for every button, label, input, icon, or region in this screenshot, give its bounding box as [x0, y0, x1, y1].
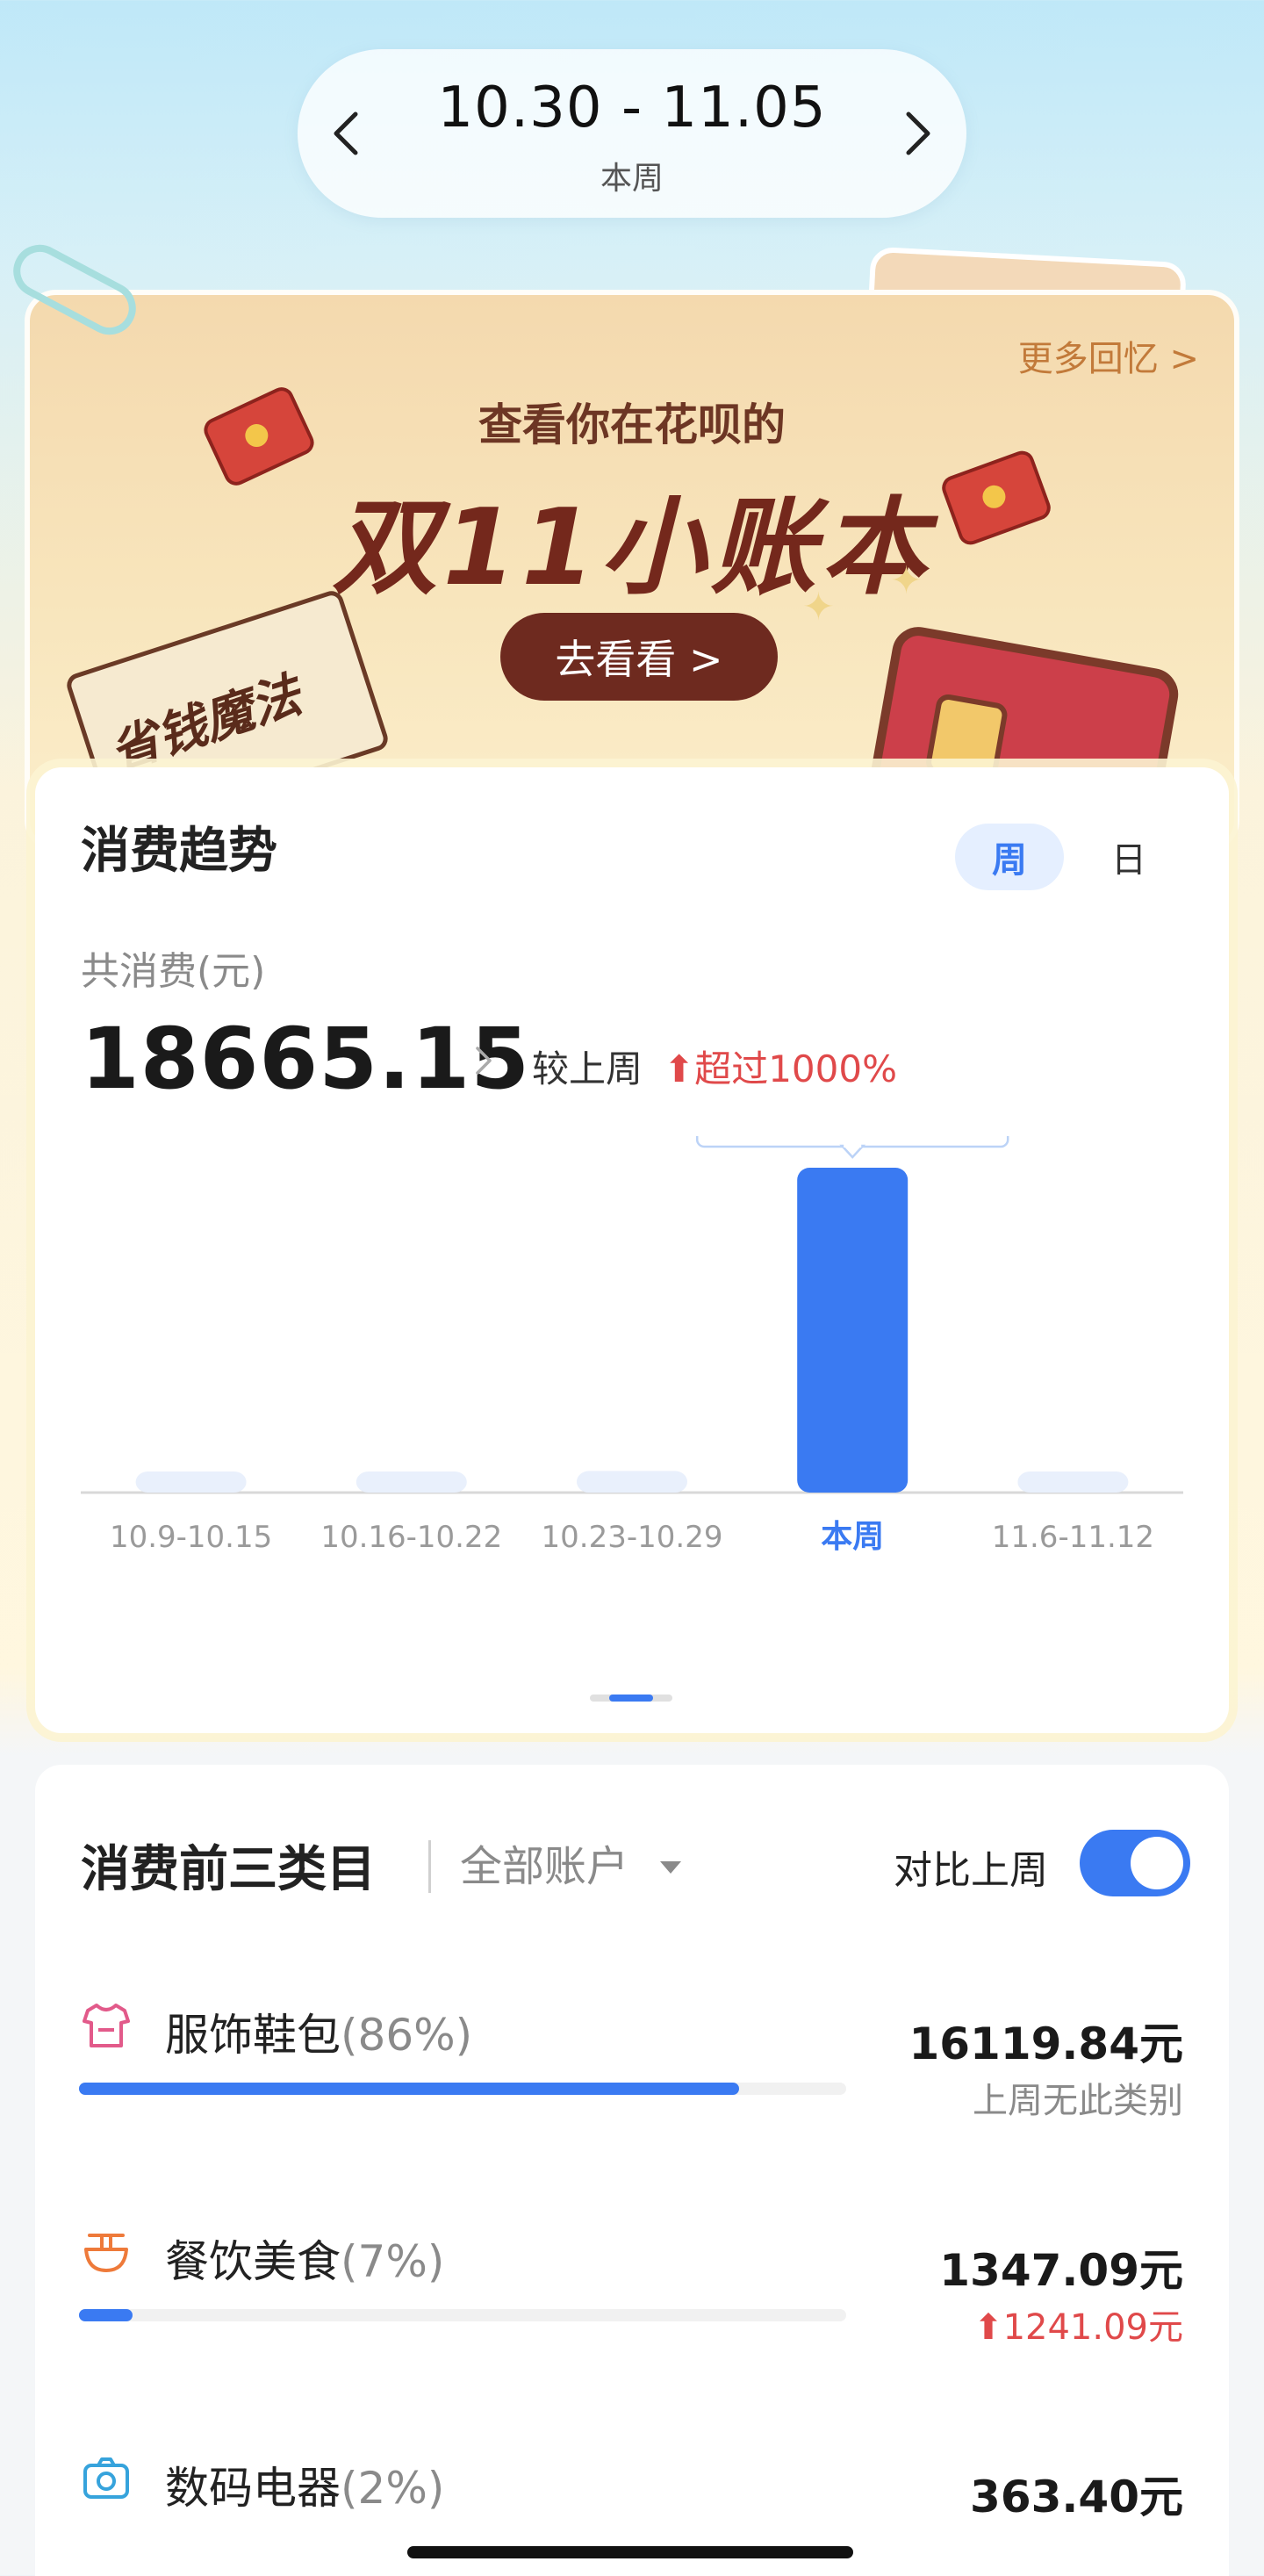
chart-category-label[interactable]: 本周 — [821, 1519, 884, 1555]
category-row[interactable]: 餐饮美食(7%) 1347.09元 ⬆1241.09元 — [35, 2227, 1229, 2420]
category-name: 餐饮美食(7%) — [165, 2236, 445, 2287]
chevron-right-icon — [906, 112, 930, 155]
category-amount: 363.40元 — [970, 2472, 1183, 2522]
compare-increase: ⬆超过1000% — [664, 1040, 897, 1093]
week-selector: 10.30 - 11.05 本周 — [298, 49, 966, 218]
chart-bar[interactable] — [797, 1168, 908, 1493]
chart-bar[interactable] — [1017, 1471, 1129, 1493]
spending-trend-card: 消费趋势 周 日 共消费(元) 18665.15 较上周 ⬆超过1000% 10… — [35, 767, 1229, 1733]
camera-icon — [83, 2457, 129, 2499]
account-filter-dropdown[interactable]: 全部账户 — [460, 1831, 628, 1893]
sparkle-icon: ✦ — [890, 558, 923, 603]
sparkle-icon: ✦ — [802, 585, 835, 630]
total-label: 共消费(元) — [81, 949, 266, 994]
chart-tooltip-joint — [844, 1143, 862, 1148]
week-label: 本周 — [600, 161, 664, 197]
compare-last-week-label: 对比上周 — [894, 1848, 1048, 1893]
bowl-icon — [84, 2234, 128, 2272]
chart-bar[interactable] — [577, 1471, 687, 1493]
banner-title: 双11小账本 — [332, 487, 932, 609]
category-compare-note: 上周无此类别 — [973, 2081, 1183, 2121]
scroll-text: 省钱魔法 — [103, 666, 308, 782]
arrow-up-icon: ⬆ — [664, 1047, 695, 1090]
week-range: 10.30 - 11.05 — [437, 76, 827, 140]
chart-scroll-indicator — [590, 1695, 672, 1702]
total-amount[interactable]: 18665.15 — [81, 1010, 530, 1108]
weekly-spending-chart: 10.9-10.15 10.16-10.22 10.23-10.29 本周 增加1742… — [81, 1136, 1183, 1555]
category-amount: 16119.84元 — [908, 2018, 1183, 2069]
category-share-bar — [79, 2309, 846, 2321]
category-share-fill — [79, 2083, 739, 2095]
chart-tooltip: 增加17425.58元 — [695, 1136, 1009, 1159]
compare-label: 较上周 — [532, 1047, 643, 1090]
next-week-button[interactable] — [891, 107, 944, 160]
chart-category-label[interactable]: 10.23-10.29 — [542, 1520, 723, 1555]
go-see-button[interactable]: 去看看 > — [500, 613, 778, 701]
home-indicator — [407, 2546, 853, 2558]
category-compare-note: ⬆1241.09元 — [973, 2307, 1183, 2348]
chart-category-label[interactable]: 10.9-10.15 — [110, 1520, 272, 1555]
period-toggle: 周 日 — [955, 824, 1183, 890]
category-share-bar — [79, 2083, 846, 2095]
chart-category-label[interactable]: 10.16-10.22 — [320, 1520, 502, 1555]
chart-bar[interactable] — [135, 1471, 247, 1493]
category-amount: 1347.09元 — [939, 2245, 1183, 2296]
toggle-knob — [1131, 1837, 1183, 1889]
category-share-fill — [79, 2309, 133, 2321]
chart-scroll-thumb — [609, 1695, 653, 1702]
category-row[interactable]: 服饰鞋包(86%) 16119.84元 上周无此类别 — [35, 2000, 1229, 2193]
shirt-icon — [83, 2004, 130, 2047]
caret-down-icon[interactable] — [660, 1861, 681, 1874]
arrow-up-icon: ⬆ — [973, 2307, 1003, 2348]
compare-last-week-toggle[interactable] — [1080, 1830, 1190, 1896]
top-categories-card: 消费前三类目 全部账户 对比上周 服饰鞋包(86%) 16119.84元 上周无… — [35, 1765, 1229, 2576]
chart-bar[interactable] — [356, 1471, 467, 1493]
category-name: 数码电器(2%) — [165, 2463, 445, 2514]
chart-category-label[interactable]: 11.6-11.12 — [992, 1520, 1154, 1555]
trend-title: 消费趋势 — [81, 823, 277, 880]
more-memories-link[interactable]: 更多回忆 > — [1018, 330, 1199, 381]
toggle-day-button[interactable]: 日 — [1074, 824, 1183, 890]
toggle-week-button[interactable]: 周 — [955, 824, 1064, 890]
categories-title: 消费前三类目 — [81, 1841, 376, 1898]
compare-value: 超过1000% — [694, 1047, 897, 1090]
chevron-right-icon[interactable] — [465, 1043, 500, 1078]
title-divider — [428, 1840, 431, 1893]
category-name: 服饰鞋包(86%) — [165, 2010, 473, 2061]
